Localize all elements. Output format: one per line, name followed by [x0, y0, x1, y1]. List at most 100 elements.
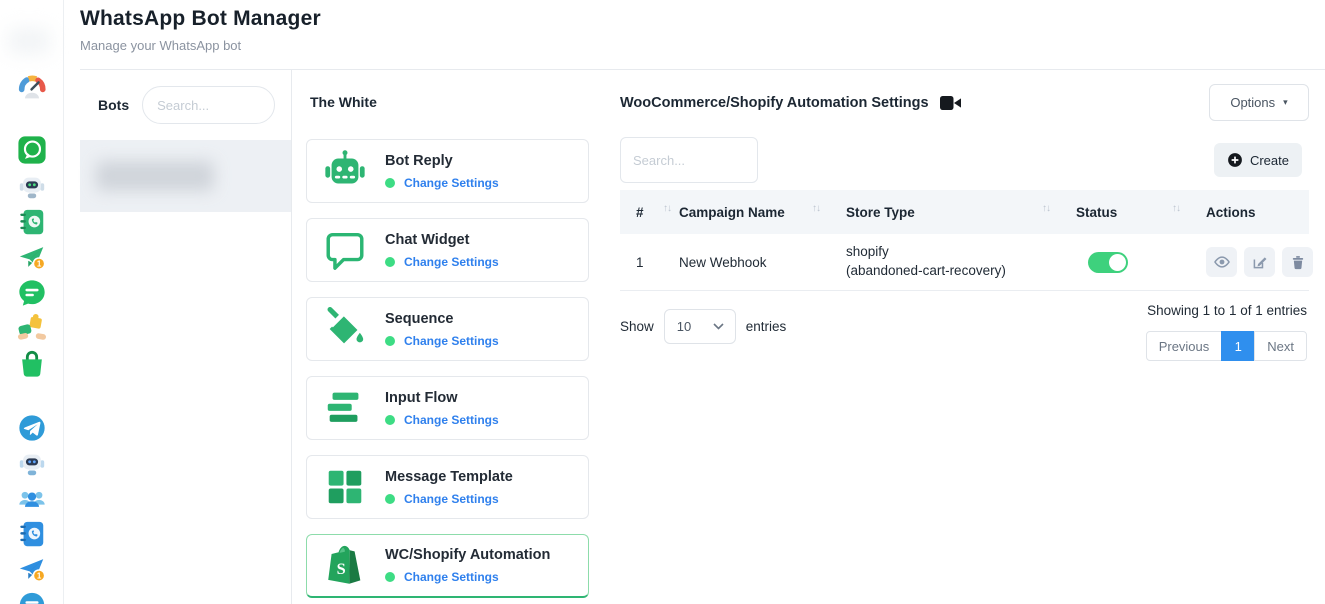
page-size-control: Show 10 entries — [620, 309, 786, 344]
contacts-book-green-icon[interactable] — [17, 207, 47, 237]
column-header-campaign-name[interactable]: Campaign Name ↑↓ — [679, 205, 846, 220]
chat-bubble-green-icon[interactable] — [17, 278, 47, 308]
campaign-name-cell: New Webhook — [679, 255, 846, 270]
module-title: Chat Widget — [385, 232, 499, 248]
next-page-button[interactable]: Next — [1254, 331, 1307, 361]
enabled-dot — [385, 178, 395, 188]
view-button[interactable] — [1206, 247, 1237, 277]
dashboard-gauge-icon[interactable] — [17, 73, 47, 103]
module-card-message-template[interactable]: Message Template Change Settings — [306, 455, 589, 519]
edit-button[interactable] — [1244, 247, 1275, 277]
eye-icon — [1213, 253, 1231, 271]
svg-text:1: 1 — [37, 259, 42, 268]
module-card-input-flow[interactable]: Input Flow Change Settings — [306, 376, 589, 440]
bots-panel-header: Bots — [80, 70, 291, 140]
change-settings-link[interactable]: Change Settings — [404, 492, 499, 506]
automation-settings-panel: WooCommerce/Shopify Automation Settings … — [604, 70, 1325, 604]
module-title: Message Template — [385, 469, 513, 485]
whatsapp-bot-manager-app: 1 1 WhatsApp Bot Manager — [0, 0, 1325, 604]
trash-icon — [1290, 254, 1306, 271]
page-subtitle: Manage your WhatsApp bot — [80, 38, 1325, 53]
showing-entries-text: Showing 1 to 1 of 1 entries — [1147, 303, 1307, 318]
options-button-label: Options — [1230, 95, 1275, 110]
enabled-dot — [385, 257, 395, 267]
module-title: Bot Reply — [385, 153, 499, 169]
previous-page-button[interactable]: Previous — [1146, 331, 1223, 361]
sort-icon[interactable]: ↑↓ — [663, 203, 671, 214]
module-card-chat-widget[interactable]: Chat Widget Change Settings — [306, 218, 589, 282]
app-icon-rail: 1 1 — [0, 0, 64, 604]
column-header-number[interactable]: # ↑↓ — [636, 205, 679, 220]
column-header-status[interactable]: Status ↑↓ — [1076, 205, 1206, 220]
contacts-book-blue-icon[interactable] — [17, 519, 47, 549]
change-settings-link[interactable]: Change Settings — [404, 176, 499, 190]
delete-button[interactable] — [1282, 247, 1313, 277]
chevron-down-icon — [713, 323, 724, 330]
module-card-bot-reply[interactable]: Bot Reply Change Settings — [306, 139, 589, 203]
svg-text:1: 1 — [37, 571, 42, 580]
enabled-dot — [385, 572, 395, 582]
svg-text:S: S — [337, 559, 346, 578]
robot-blue-icon[interactable] — [17, 448, 47, 478]
entries-label: entries — [746, 319, 787, 334]
enabled-dot — [385, 336, 395, 346]
create-button-label: Create — [1250, 153, 1289, 168]
enabled-dot — [385, 415, 395, 425]
robot-icon — [322, 148, 368, 194]
current-page-button[interactable]: 1 — [1221, 331, 1255, 361]
bots-panel: Bots — [80, 70, 292, 604]
sort-icon[interactable]: ↑↓ — [812, 203, 820, 214]
whatsapp-icon[interactable] — [17, 135, 47, 165]
options-button[interactable]: Options ▾ — [1209, 84, 1309, 121]
bots-label: Bots — [98, 97, 129, 113]
grid-squares-icon — [322, 464, 368, 510]
status-cell — [1076, 252, 1206, 273]
column-header-store-type[interactable]: Store Type ↑↓ — [846, 205, 1076, 220]
sort-icon[interactable]: ↑↓ — [1042, 203, 1050, 214]
settings-title: WooCommerce/Shopify Automation Settings — [620, 95, 929, 111]
change-settings-link[interactable]: Change Settings — [404, 255, 499, 269]
table-row: 1 New Webhook shopify (abandoned-cart-re… — [620, 234, 1309, 291]
enabled-dot — [385, 494, 395, 504]
shopify-bag-icon: S — [322, 543, 368, 589]
change-settings-link[interactable]: Change Settings — [404, 334, 499, 348]
page-header: WhatsApp Bot Manager Manage your WhatsAp… — [80, 0, 1325, 70]
module-title: Sequence — [385, 311, 499, 327]
app-logo-blurred — [8, 28, 50, 54]
page-title: WhatsApp Bot Manager — [80, 0, 1325, 31]
sort-icon[interactable]: ↑↓ — [1172, 203, 1180, 214]
paint-bucket-icon — [322, 306, 368, 352]
module-title: WC/Shopify Automation — [385, 547, 550, 563]
page-size-select[interactable]: 10 — [664, 309, 736, 344]
video-tutorial-icon[interactable] — [940, 95, 962, 111]
telegram-icon[interactable] — [17, 413, 47, 443]
show-label: Show — [620, 319, 654, 334]
status-toggle-on[interactable] — [1088, 252, 1128, 273]
chat-bubble-blue-partial-icon[interactable] — [17, 590, 47, 604]
module-title: Input Flow — [385, 390, 499, 406]
module-card-wc-shopify-automation[interactable]: S WC/Shopify Automation Change Settings — [306, 534, 589, 598]
robot-green-icon[interactable] — [17, 171, 47, 201]
team-group-blue-icon[interactable] — [17, 483, 47, 513]
plus-circle-icon — [1227, 152, 1243, 168]
change-settings-link[interactable]: Change Settings — [404, 570, 499, 584]
integration-hands-puzzle-icon[interactable] — [17, 313, 47, 343]
bot-list-item-selected[interactable] — [80, 140, 291, 212]
send-campaign-green-icon[interactable]: 1 — [17, 242, 47, 272]
table-header-row: # ↑↓ Campaign Name ↑↓ Store Type ↑↓ Stat… — [620, 190, 1309, 234]
caret-down-icon: ▾ — [1283, 97, 1288, 108]
bots-search-input[interactable] — [142, 86, 275, 124]
selected-bot-name: The White — [310, 94, 589, 110]
module-card-sequence[interactable]: Sequence Change Settings — [306, 297, 589, 361]
create-button[interactable]: Create — [1214, 143, 1302, 177]
change-settings-link[interactable]: Change Settings — [404, 413, 499, 427]
store-type-cell: shopify (abandoned-cart-recovery) — [846, 243, 1076, 281]
list-bars-icon — [322, 385, 368, 431]
shopping-bag-icon[interactable] — [17, 349, 47, 379]
table-search-input[interactable] — [620, 137, 758, 183]
row-number-cell: 1 — [636, 255, 679, 270]
column-header-actions: Actions — [1206, 205, 1309, 220]
bot-modules-panel: The White Bot Reply Change Settings Chat… — [292, 70, 604, 604]
chat-bubble-icon — [322, 227, 368, 273]
send-campaign-blue-icon[interactable]: 1 — [17, 554, 47, 584]
